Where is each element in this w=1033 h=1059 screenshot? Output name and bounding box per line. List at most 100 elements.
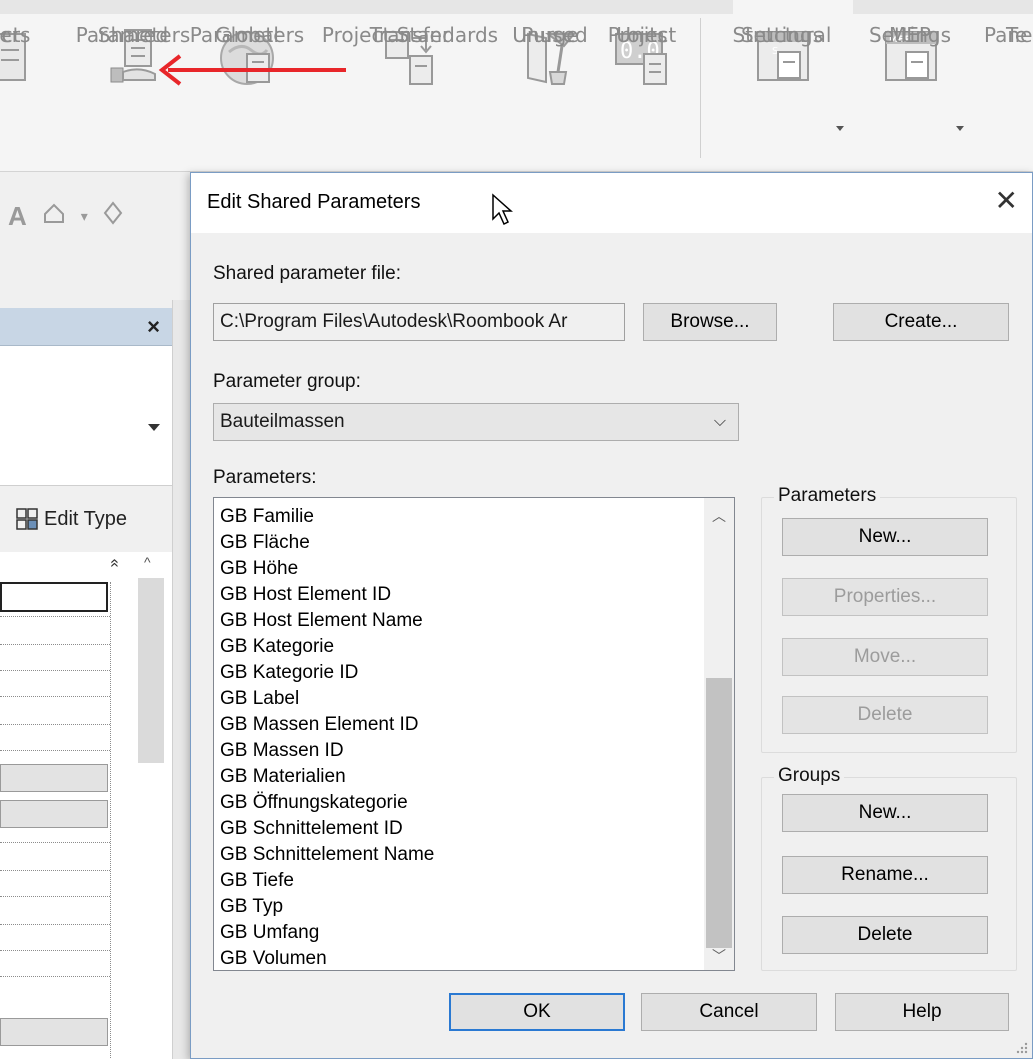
grid-row[interactable]: [0, 670, 110, 671]
list-item[interactable]: GB Host Element Name: [220, 608, 700, 634]
transfer-project-standards-button[interactable]: Transfer Project Standards: [312, 22, 508, 162]
resize-grip-icon[interactable]: [1014, 1040, 1028, 1054]
mep-settings-button[interactable]: MEP MEP Settings: [862, 22, 964, 162]
grid-row[interactable]: [0, 750, 110, 751]
text-icon[interactable]: A: [8, 201, 27, 232]
list-item[interactable]: GB Öffnungskategorie: [220, 790, 700, 816]
ribbon-label: Units: [616, 23, 668, 47]
delete-group-button[interactable]: Delete: [782, 916, 988, 954]
ribbon-active-tab[interactable]: [733, 0, 853, 14]
chevron-down-icon[interactable]: [956, 126, 964, 131]
rename-group-button[interactable]: Rename...: [782, 856, 988, 894]
home-view-icon[interactable]: [41, 200, 67, 233]
quick-access-toolbar: A ▾: [0, 190, 192, 242]
grid-row[interactable]: [0, 644, 110, 645]
grid-row[interactable]: [0, 616, 110, 617]
list-item[interactable]: GB Schnittelement Name: [220, 842, 700, 868]
ok-button[interactable]: OK: [449, 993, 625, 1031]
parameters-groupbox-title: Parameters: [774, 485, 881, 507]
collapse-icon[interactable]: »: [105, 559, 123, 568]
panel-divider: [172, 300, 190, 1059]
list-item[interactable]: GB Schnittelement ID: [220, 816, 700, 842]
list-item[interactable]: GB Label: [220, 686, 700, 712]
delete-parameter-button[interactable]: Delete: [782, 696, 988, 734]
grid-row[interactable]: [0, 896, 110, 897]
dialog-titlebar[interactable]: Edit Shared Parameters ✕: [191, 173, 1032, 233]
list-item[interactable]: GB Materialien: [220, 764, 700, 790]
grid-row[interactable]: [0, 950, 110, 951]
edit-type-button[interactable]: Edit Type: [16, 502, 127, 536]
ribbon-label: ters: [0, 23, 31, 47]
list-item[interactable]: GB Umfang: [220, 920, 700, 946]
structural-settings-button[interactable]: S Structural Settings: [724, 22, 844, 162]
list-item[interactable]: GB Massen ID: [220, 738, 700, 764]
properties-scrollbar[interactable]: [138, 578, 164, 763]
browse-button[interactable]: Browse...: [643, 303, 777, 341]
parameters-list[interactable]: GB Familie GB Fläche GB Höhe GB Host Ele…: [213, 497, 735, 971]
list-scrollbar[interactable]: ︿ ﹀: [704, 498, 734, 970]
type-selector[interactable]: [0, 346, 172, 486]
new-parameter-button[interactable]: New...: [782, 518, 988, 556]
chevron-down-icon: ⌵: [713, 413, 726, 430]
list-item[interactable]: GB Volumen: [220, 946, 700, 970]
ribbon-separator: [700, 18, 701, 158]
cancel-button[interactable]: Cancel: [641, 993, 817, 1031]
list-item[interactable]: GB Familie: [220, 504, 700, 530]
new-group-button[interactable]: New...: [782, 794, 988, 832]
grid-group-header[interactable]: [0, 800, 108, 828]
groups-groupbox: Groups New... Rename... Delete: [761, 765, 1017, 971]
parameter-group-select[interactable]: Bauteilmassen ⌵: [213, 403, 739, 441]
move-button[interactable]: Move...: [782, 638, 988, 676]
ribbon-label: Settings: [740, 23, 824, 47]
scroll-up-icon[interactable]: ^: [144, 554, 151, 570]
properties-grid: » ^: [0, 552, 172, 1059]
project-units-button[interactable]: 0.0 Project Units: [596, 22, 688, 162]
edit-type-icon: [16, 508, 38, 530]
help-button[interactable]: Help: [835, 993, 1009, 1031]
chevron-down-icon[interactable]: [148, 424, 160, 431]
parameters-label: Parameters:: [213, 467, 317, 488]
scroll-down-icon[interactable]: ﹀: [712, 946, 726, 966]
grid-group-header[interactable]: [0, 1018, 108, 1046]
parameters-groupbox: Parameters New... Properties... Move... …: [761, 485, 1017, 753]
property-value-field[interactable]: [0, 582, 108, 612]
file-label: Shared parameter file:: [213, 263, 401, 284]
project-parameters-button[interactable]: ct ters: [0, 22, 40, 162]
grid-row[interactable]: [0, 842, 110, 843]
properties-button[interactable]: Properties...: [782, 578, 988, 616]
grid-row[interactable]: [0, 976, 110, 977]
scroll-up-icon[interactable]: ︿: [712, 506, 726, 526]
list-item[interactable]: GB Kategorie ID: [220, 660, 700, 686]
panel-button[interactable]: Pane Te: [984, 22, 1033, 162]
purge-unused-button[interactable]: Purge Unused: [510, 22, 590, 162]
list-item[interactable]: GB Host Element ID: [220, 582, 700, 608]
ribbon-label: Settings: [868, 23, 952, 47]
grid-row[interactable]: [0, 696, 110, 697]
close-button[interactable]: ✕: [995, 183, 1018, 219]
shared-parameter-file-field[interactable]: C:\Program Files\Autodesk\Roombook Ar: [213, 303, 625, 341]
list-item[interactable]: GB Kategorie: [220, 634, 700, 660]
chevron-down-icon[interactable]: ▾: [81, 208, 88, 225]
pin-icon[interactable]: [102, 200, 124, 233]
properties-header: ×: [0, 308, 172, 346]
ribbon: ct ters Shared Parameters: [0, 0, 1033, 172]
list-item[interactable]: GB Höhe: [220, 556, 700, 582]
list-item[interactable]: GB Fläche: [220, 530, 700, 556]
grid-row[interactable]: [0, 724, 110, 725]
grid-group-header[interactable]: [0, 764, 108, 792]
ribbon-label: Parameters: [75, 23, 191, 47]
scrollbar-thumb[interactable]: [706, 678, 732, 948]
global-parameters-button[interactable]: Global Parameters: [186, 22, 308, 162]
create-button[interactable]: Create...: [833, 303, 1009, 341]
list-item[interactable]: GB Massen Element ID: [220, 712, 700, 738]
list-item[interactable]: GB Tiefe: [220, 868, 700, 894]
chevron-down-icon[interactable]: [836, 126, 844, 131]
close-icon[interactable]: ×: [147, 314, 160, 340]
grid-row[interactable]: [0, 924, 110, 925]
mouse-cursor-icon: [492, 193, 513, 226]
shared-parameters-button[interactable]: Shared Parameters: [75, 22, 191, 162]
edit-shared-parameters-dialog: Edit Shared Parameters ✕ Shared paramete…: [190, 172, 1033, 1059]
grid-divider: [110, 582, 111, 1059]
grid-row[interactable]: [0, 870, 110, 871]
list-item[interactable]: GB Typ: [220, 894, 700, 920]
